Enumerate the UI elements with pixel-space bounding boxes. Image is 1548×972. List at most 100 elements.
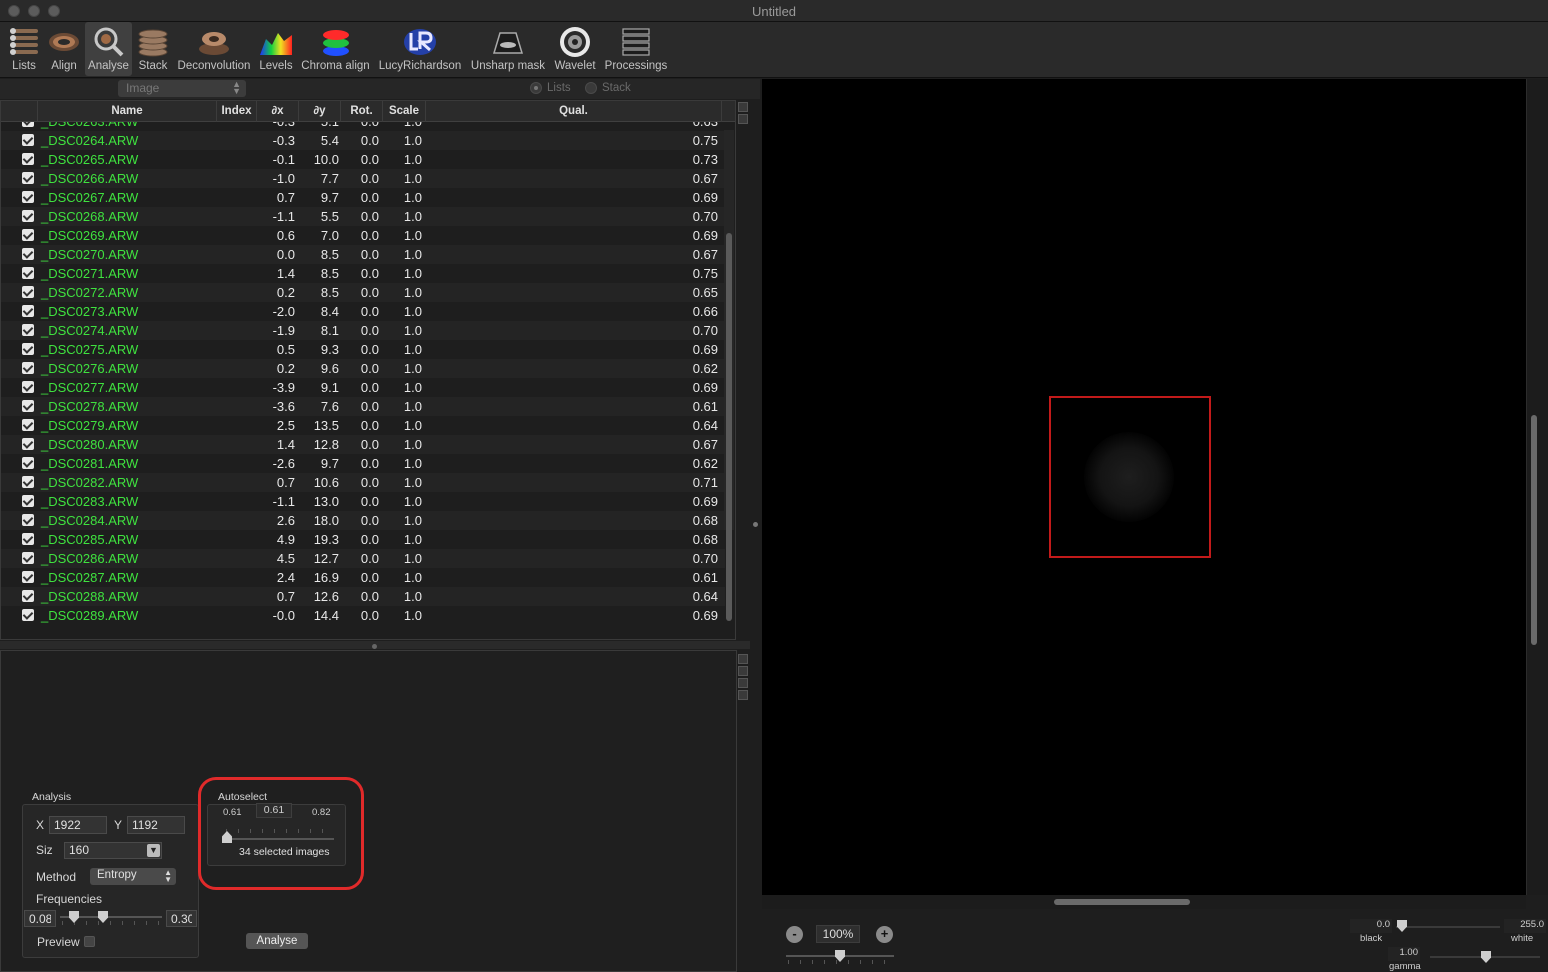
table-row[interactable]: _DSC0271.ARW 1.4 8.5 0.0 1.0 0.75 <box>1 264 725 283</box>
column-header-scale[interactable]: Scale <box>383 101 426 122</box>
row-checkbox[interactable] <box>22 267 34 279</box>
table-row[interactable]: _DSC0282.ARW 0.7 10.6 0.0 1.0 0.71 <box>1 473 725 492</box>
vertical-splitter-handle-icon[interactable] <box>753 522 758 527</box>
row-checkbox[interactable] <box>22 457 34 469</box>
table-row[interactable]: _DSC0284.ARW 2.6 18.0 0.0 1.0 0.68 <box>1 511 725 530</box>
column-header-index[interactable]: Index <box>217 101 257 122</box>
preview-checkbox[interactable] <box>84 936 95 947</box>
radio-lists[interactable]: Lists <box>530 82 571 94</box>
toolbar-wavelet[interactable]: Wavelet <box>552 22 598 76</box>
column-header-rot[interactable]: Rot. <box>341 101 383 122</box>
table-row[interactable]: _DSC0279.ARW 2.5 13.5 0.0 1.0 0.64 <box>1 416 725 435</box>
toolbar-lucyrichardson[interactable]: LucyRichardson <box>376 22 464 76</box>
toolbar-chroma-align[interactable]: Chroma align <box>299 22 372 76</box>
x-input[interactable] <box>49 816 107 834</box>
row-checkbox[interactable] <box>22 172 34 184</box>
table-row[interactable]: _DSC0273.ARW -2.0 8.4 0.0 1.0 0.66 <box>1 302 725 321</box>
table-row[interactable]: _DSC0280.ARW 1.4 12.8 0.0 1.0 0.67 <box>1 435 725 454</box>
table-row[interactable]: _DSC0287.ARW 2.4 16.9 0.0 1.0 0.61 <box>1 568 725 587</box>
y-input[interactable] <box>127 816 185 834</box>
row-checkbox[interactable] <box>22 571 34 583</box>
column-header-name[interactable]: Name <box>38 101 217 122</box>
menu-lines-icon[interactable] <box>738 678 748 688</box>
size-combo[interactable]: 160 ▼ <box>64 842 162 859</box>
row-checkbox[interactable] <box>22 134 34 146</box>
freq-min-input[interactable] <box>24 910 56 927</box>
view-vertical-scrollbar[interactable] <box>1526 79 1548 895</box>
row-checkbox[interactable] <box>22 210 34 222</box>
row-checkbox[interactable] <box>22 305 34 317</box>
menu-lines-icon[interactable] <box>738 666 748 676</box>
table-row[interactable]: _DSC0270.ARW 0.0 8.5 0.0 1.0 0.67 <box>1 245 725 264</box>
white-level-input[interactable]: 255.0 <box>1504 919 1546 933</box>
row-checkbox[interactable] <box>22 343 34 355</box>
view-vertical-scroll-thumb[interactable] <box>1531 415 1537 645</box>
chevron-down-icon[interactable] <box>738 690 748 700</box>
row-checkbox[interactable] <box>22 590 34 602</box>
resize-handle-icon[interactable] <box>738 102 748 112</box>
zoom-out-button[interactable]: - <box>786 926 803 943</box>
analyse-button[interactable]: Analyse <box>246 933 308 949</box>
row-checkbox[interactable] <box>22 286 34 298</box>
row-checkbox[interactable] <box>22 381 34 393</box>
row-checkbox[interactable] <box>22 552 34 564</box>
table-row[interactable]: _DSC0286.ARW 4.5 12.7 0.0 1.0 0.70 <box>1 549 725 568</box>
table-row[interactable]: _DSC0269.ARW 0.6 7.0 0.0 1.0 0.69 <box>1 226 725 245</box>
table-row[interactable]: _DSC0267.ARW 0.7 9.7 0.0 1.0 0.69 <box>1 188 725 207</box>
method-select[interactable]: Entropy ▲ ▼ <box>90 868 176 885</box>
row-checkbox[interactable] <box>22 438 34 450</box>
row-checkbox[interactable] <box>22 229 34 241</box>
toolbar-analyse[interactable]: Analyse <box>85 22 132 76</box>
zoom-field[interactable]: 100% <box>816 925 860 943</box>
row-checkbox[interactable] <box>22 476 34 488</box>
table-row[interactable]: _DSC0263.ARW -0.3 5.1 0.0 1.0 0.63 <box>1 122 725 131</box>
table-row[interactable]: _DSC0274.ARW -1.9 8.1 0.0 1.0 0.70 <box>1 321 725 340</box>
column-header-qual[interactable]: Qual. <box>426 101 722 122</box>
row-checkbox[interactable] <box>22 324 34 336</box>
table-row[interactable]: _DSC0272.ARW 0.2 8.5 0.0 1.0 0.65 <box>1 283 725 302</box>
row-checkbox[interactable] <box>22 122 34 127</box>
table-row[interactable]: _DSC0268.ARW -1.1 5.5 0.0 1.0 0.70 <box>1 207 725 226</box>
freq-max-input[interactable] <box>166 910 197 927</box>
row-checkbox[interactable] <box>22 495 34 507</box>
row-checkbox[interactable] <box>22 191 34 203</box>
row-checkbox[interactable] <box>22 400 34 412</box>
toolbar-unsharp-mask[interactable]: Unsharp mask <box>468 22 548 76</box>
row-checkbox[interactable] <box>22 533 34 545</box>
toolbar-stack[interactable]: Stack <box>134 22 172 76</box>
table-row[interactable]: _DSC0277.ARW -3.9 9.1 0.0 1.0 0.69 <box>1 378 725 397</box>
table-row[interactable]: _DSC0266.ARW -1.0 7.7 0.0 1.0 0.67 <box>1 169 725 188</box>
gamma-input[interactable]: 1.00 <box>1388 947 1420 961</box>
column-header-dy[interactable]: ∂y <box>299 101 341 122</box>
resize-handle-icon[interactable] <box>738 654 748 664</box>
chevron-down-icon[interactable]: ▼ <box>147 844 160 857</box>
zoom-in-button[interactable]: + <box>876 926 893 943</box>
table-row[interactable]: _DSC0275.ARW 0.5 9.3 0.0 1.0 0.69 <box>1 340 725 359</box>
menu-lines-icon[interactable] <box>738 114 748 124</box>
row-checkbox[interactable] <box>22 248 34 260</box>
column-header-dx[interactable]: ∂x <box>257 101 299 122</box>
toolbar-levels[interactable]: Levels <box>256 22 296 76</box>
column-header-check[interactable] <box>1 101 38 122</box>
table-row[interactable]: _DSC0276.ARW 0.2 9.6 0.0 1.0 0.62 <box>1 359 725 378</box>
black-level-input[interactable]: 0.0 <box>1350 919 1392 933</box>
row-checkbox[interactable] <box>22 419 34 431</box>
table-row[interactable]: _DSC0283.ARW -1.1 13.0 0.0 1.0 0.69 <box>1 492 725 511</box>
toolbar-processings[interactable]: Processings <box>602 22 670 76</box>
table-row[interactable]: _DSC0289.ARW -0.0 14.4 0.0 1.0 0.69 <box>1 606 725 625</box>
analysis-region-box[interactable] <box>1049 396 1211 558</box>
image-selector[interactable]: Image ▲ ▼ <box>118 80 246 97</box>
toolbar-align[interactable]: Align <box>46 22 82 76</box>
radio-stack[interactable]: Stack <box>585 82 631 94</box>
table-row[interactable]: _DSC0278.ARW -3.6 7.6 0.0 1.0 0.61 <box>1 397 725 416</box>
toolbar-deconvolution[interactable]: Deconvolution <box>175 22 253 76</box>
view-horizontal-scroll-thumb[interactable] <box>1054 899 1190 905</box>
table-row[interactable]: _DSC0265.ARW -0.1 10.0 0.0 1.0 0.73 <box>1 150 725 169</box>
row-checkbox[interactable] <box>22 514 34 526</box>
table-row[interactable]: _DSC0264.ARW -0.3 5.4 0.0 1.0 0.75 <box>1 131 725 150</box>
toolbar-lists[interactable]: Lists <box>4 22 44 76</box>
table-row[interactable]: _DSC0285.ARW 4.9 19.3 0.0 1.0 0.68 <box>1 530 725 549</box>
table-row[interactable]: _DSC0288.ARW 0.7 12.6 0.0 1.0 0.64 <box>1 587 725 606</box>
row-checkbox[interactable] <box>22 362 34 374</box>
table-row[interactable]: _DSC0281.ARW -2.6 9.7 0.0 1.0 0.62 <box>1 454 725 473</box>
